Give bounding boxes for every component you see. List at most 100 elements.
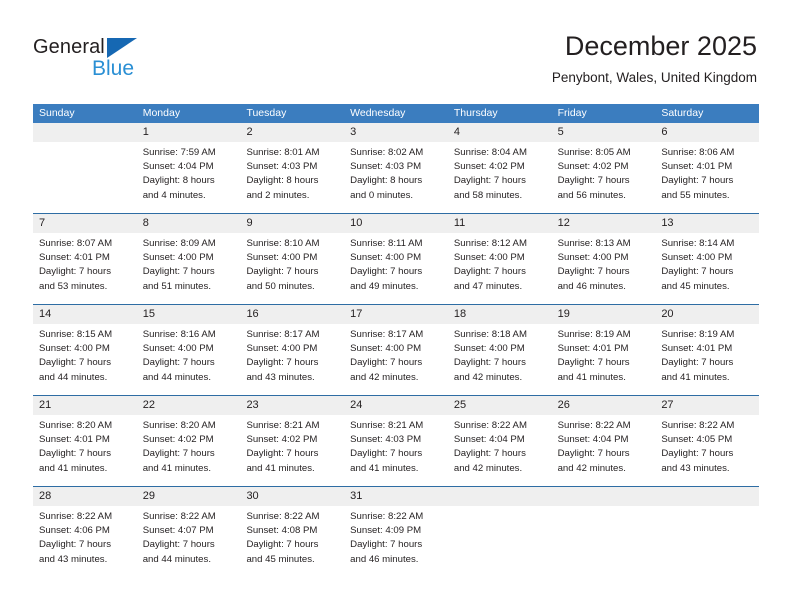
general-blue-logo[interactable]: General Blue <box>33 36 213 84</box>
sunrise-line: Sunrise: 8:10 AM <box>246 238 320 249</box>
day-number[interactable]: 13 <box>655 214 759 233</box>
day-cell[interactable] <box>655 506 759 577</box>
day-cell[interactable]: Sunrise: 8:20 AM Sunset: 4:01 PM Dayligh… <box>33 415 137 486</box>
day-number[interactable]: 17 <box>344 305 448 324</box>
daylight-line-1: Daylight: 7 hours <box>557 175 630 187</box>
day-cell[interactable]: Sunrise: 8:02 AM Sunset: 4:03 PM Dayligh… <box>344 142 448 213</box>
day-number[interactable]: 27 <box>655 396 759 415</box>
day-cell[interactable]: Sunrise: 8:12 AM Sunset: 4:00 PM Dayligh… <box>448 233 552 304</box>
day-number[interactable]: 6 <box>655 123 759 142</box>
day-cell[interactable]: Sunrise: 8:05 AM Sunset: 4:02 PM Dayligh… <box>552 142 656 213</box>
day-number[interactable]: 8 <box>137 214 241 233</box>
day-number[interactable] <box>552 487 656 506</box>
day-cell[interactable]: Sunrise: 8:22 AM Sunset: 4:08 PM Dayligh… <box>240 506 344 577</box>
day-cell[interactable]: Sunrise: 8:14 AM Sunset: 4:00 PM Dayligh… <box>655 233 759 304</box>
sunset-line: Sunset: 4:07 PM <box>142 525 214 537</box>
sunrise-line: Sunrise: 8:21 AM <box>350 420 424 431</box>
sunrise-line: Sunrise: 8:14 AM <box>661 238 735 249</box>
day-cell[interactable]: Sunrise: 8:07 AM Sunset: 4:01 PM Dayligh… <box>33 233 137 304</box>
day-number[interactable]: 14 <box>33 305 137 324</box>
day-number[interactable]: 5 <box>552 123 656 142</box>
day-number[interactable]: 21 <box>33 396 137 415</box>
day-cell[interactable]: Sunrise: 8:01 AM Sunset: 4:03 PM Dayligh… <box>240 142 344 213</box>
sunrise-line: Sunrise: 8:17 AM <box>246 329 320 340</box>
sunrise-line: Sunrise: 8:18 AM <box>453 329 527 340</box>
day-cell[interactable]: Sunrise: 8:06 AM Sunset: 4:01 PM Dayligh… <box>655 142 759 213</box>
day-number[interactable]: 3 <box>344 123 448 142</box>
day-number[interactable]: 9 <box>240 214 344 233</box>
daylight-line-1: Daylight: 7 hours <box>453 175 526 187</box>
day-number[interactable]: 12 <box>552 214 656 233</box>
day-cell[interactable]: Sunrise: 8:17 AM Sunset: 4:00 PM Dayligh… <box>240 324 344 395</box>
day-number[interactable]: 10 <box>344 214 448 233</box>
day-number[interactable]: 25 <box>448 396 552 415</box>
day-cell[interactable]: Sunrise: 8:10 AM Sunset: 4:00 PM Dayligh… <box>240 233 344 304</box>
day-cell[interactable]: Sunrise: 7:59 AM Sunset: 4:04 PM Dayligh… <box>137 142 241 213</box>
sunset-line: Sunset: 4:02 PM <box>246 434 318 446</box>
sunset-line: Sunset: 4:00 PM <box>246 252 318 264</box>
sunset-line: Sunset: 4:01 PM <box>39 252 110 264</box>
day-number[interactable]: 30 <box>240 487 344 506</box>
daylight-line-2: and 4 minutes. <box>142 189 206 201</box>
day-number[interactable]: 28 <box>33 487 137 506</box>
day-number[interactable]: 19 <box>552 305 656 324</box>
day-cell[interactable]: Sunrise: 8:18 AM Sunset: 4:00 PM Dayligh… <box>448 324 552 395</box>
daylight-line-2: and 2 minutes. <box>246 189 310 201</box>
sunset-line: Sunset: 4:03 PM <box>350 161 422 173</box>
day-cell[interactable]: Sunrise: 8:15 AM Sunset: 4:00 PM Dayligh… <box>33 324 137 395</box>
day-cell[interactable] <box>448 506 552 577</box>
day-number[interactable] <box>655 487 759 506</box>
day-number[interactable]: 22 <box>137 396 241 415</box>
day-cell[interactable]: Sunrise: 8:22 AM Sunset: 4:07 PM Dayligh… <box>137 506 241 577</box>
day-number[interactable]: 24 <box>344 396 448 415</box>
day-cell[interactable]: Sunrise: 8:22 AM Sunset: 4:05 PM Dayligh… <box>655 415 759 486</box>
daylight-line-1: Daylight: 8 hours <box>246 175 319 187</box>
day-number[interactable]: 18 <box>448 305 552 324</box>
sunset-line: Sunset: 4:01 PM <box>661 161 733 173</box>
day-number[interactable]: 1 <box>137 123 241 142</box>
day-number[interactable]: 31 <box>344 487 448 506</box>
day-number[interactable]: 15 <box>137 305 241 324</box>
day-number[interactable]: 29 <box>137 487 241 506</box>
day-cell[interactable] <box>33 142 137 213</box>
daylight-line-2: and 0 minutes. <box>350 189 414 201</box>
day-cell[interactable] <box>552 506 656 577</box>
day-number[interactable]: 26 <box>552 396 656 415</box>
day-number[interactable] <box>33 123 137 142</box>
day-cell[interactable]: Sunrise: 8:21 AM Sunset: 4:03 PM Dayligh… <box>344 415 448 486</box>
day-cell[interactable]: Sunrise: 8:19 AM Sunset: 4:01 PM Dayligh… <box>552 324 656 395</box>
dow-thursday: Thursday <box>453 107 498 119</box>
day-number[interactable] <box>448 487 552 506</box>
dow-wednesday: Wednesday <box>350 107 406 119</box>
page-subtitle: Penybont, Wales, United Kingdom <box>551 70 757 85</box>
daylight-line-1: Daylight: 7 hours <box>39 448 111 460</box>
day-number[interactable]: 2 <box>240 123 344 142</box>
day-cell[interactable]: Sunrise: 8:17 AM Sunset: 4:00 PM Dayligh… <box>344 324 448 395</box>
day-cell[interactable]: Sunrise: 8:19 AM Sunset: 4:01 PM Dayligh… <box>655 324 759 395</box>
day-number[interactable]: 16 <box>240 305 344 324</box>
sunset-line: Sunset: 4:00 PM <box>661 252 733 264</box>
day-cell[interactable]: Sunrise: 8:22 AM Sunset: 4:04 PM Dayligh… <box>552 415 656 486</box>
day-cell[interactable]: Sunrise: 8:04 AM Sunset: 4:02 PM Dayligh… <box>448 142 552 213</box>
day-cell[interactable]: Sunrise: 8:20 AM Sunset: 4:02 PM Dayligh… <box>137 415 241 486</box>
sunset-line: Sunset: 4:00 PM <box>142 343 214 355</box>
day-cell[interactable]: Sunrise: 8:22 AM Sunset: 4:09 PM Dayligh… <box>344 506 448 577</box>
day-number[interactable]: 7 <box>33 214 137 233</box>
sunrise-line: Sunrise: 8:22 AM <box>39 511 113 522</box>
daylight-line-2: and 44 minutes. <box>142 553 211 565</box>
day-number[interactable]: 20 <box>655 305 759 324</box>
day-number[interactable]: 4 <box>448 123 552 142</box>
day-cell[interactable]: Sunrise: 8:16 AM Sunset: 4:00 PM Dayligh… <box>137 324 241 395</box>
day-cell[interactable]: Sunrise: 8:13 AM Sunset: 4:00 PM Dayligh… <box>552 233 656 304</box>
daylight-line-1: Daylight: 7 hours <box>142 266 215 278</box>
day-cell[interactable]: Sunrise: 8:22 AM Sunset: 4:04 PM Dayligh… <box>448 415 552 486</box>
day-number[interactable]: 11 <box>448 214 552 233</box>
sunrise-line: Sunrise: 8:07 AM <box>39 238 113 249</box>
day-cell[interactable]: Sunrise: 8:11 AM Sunset: 4:00 PM Dayligh… <box>344 233 448 304</box>
sunrise-line: Sunrise: 8:01 AM <box>246 147 320 158</box>
day-cell[interactable]: Sunrise: 8:09 AM Sunset: 4:00 PM Dayligh… <box>137 233 241 304</box>
day-number[interactable]: 23 <box>240 396 344 415</box>
day-cell[interactable]: Sunrise: 8:21 AM Sunset: 4:02 PM Dayligh… <box>240 415 344 486</box>
day-cell[interactable]: Sunrise: 8:22 AM Sunset: 4:06 PM Dayligh… <box>33 506 137 577</box>
sunset-line: Sunset: 4:00 PM <box>142 252 214 264</box>
